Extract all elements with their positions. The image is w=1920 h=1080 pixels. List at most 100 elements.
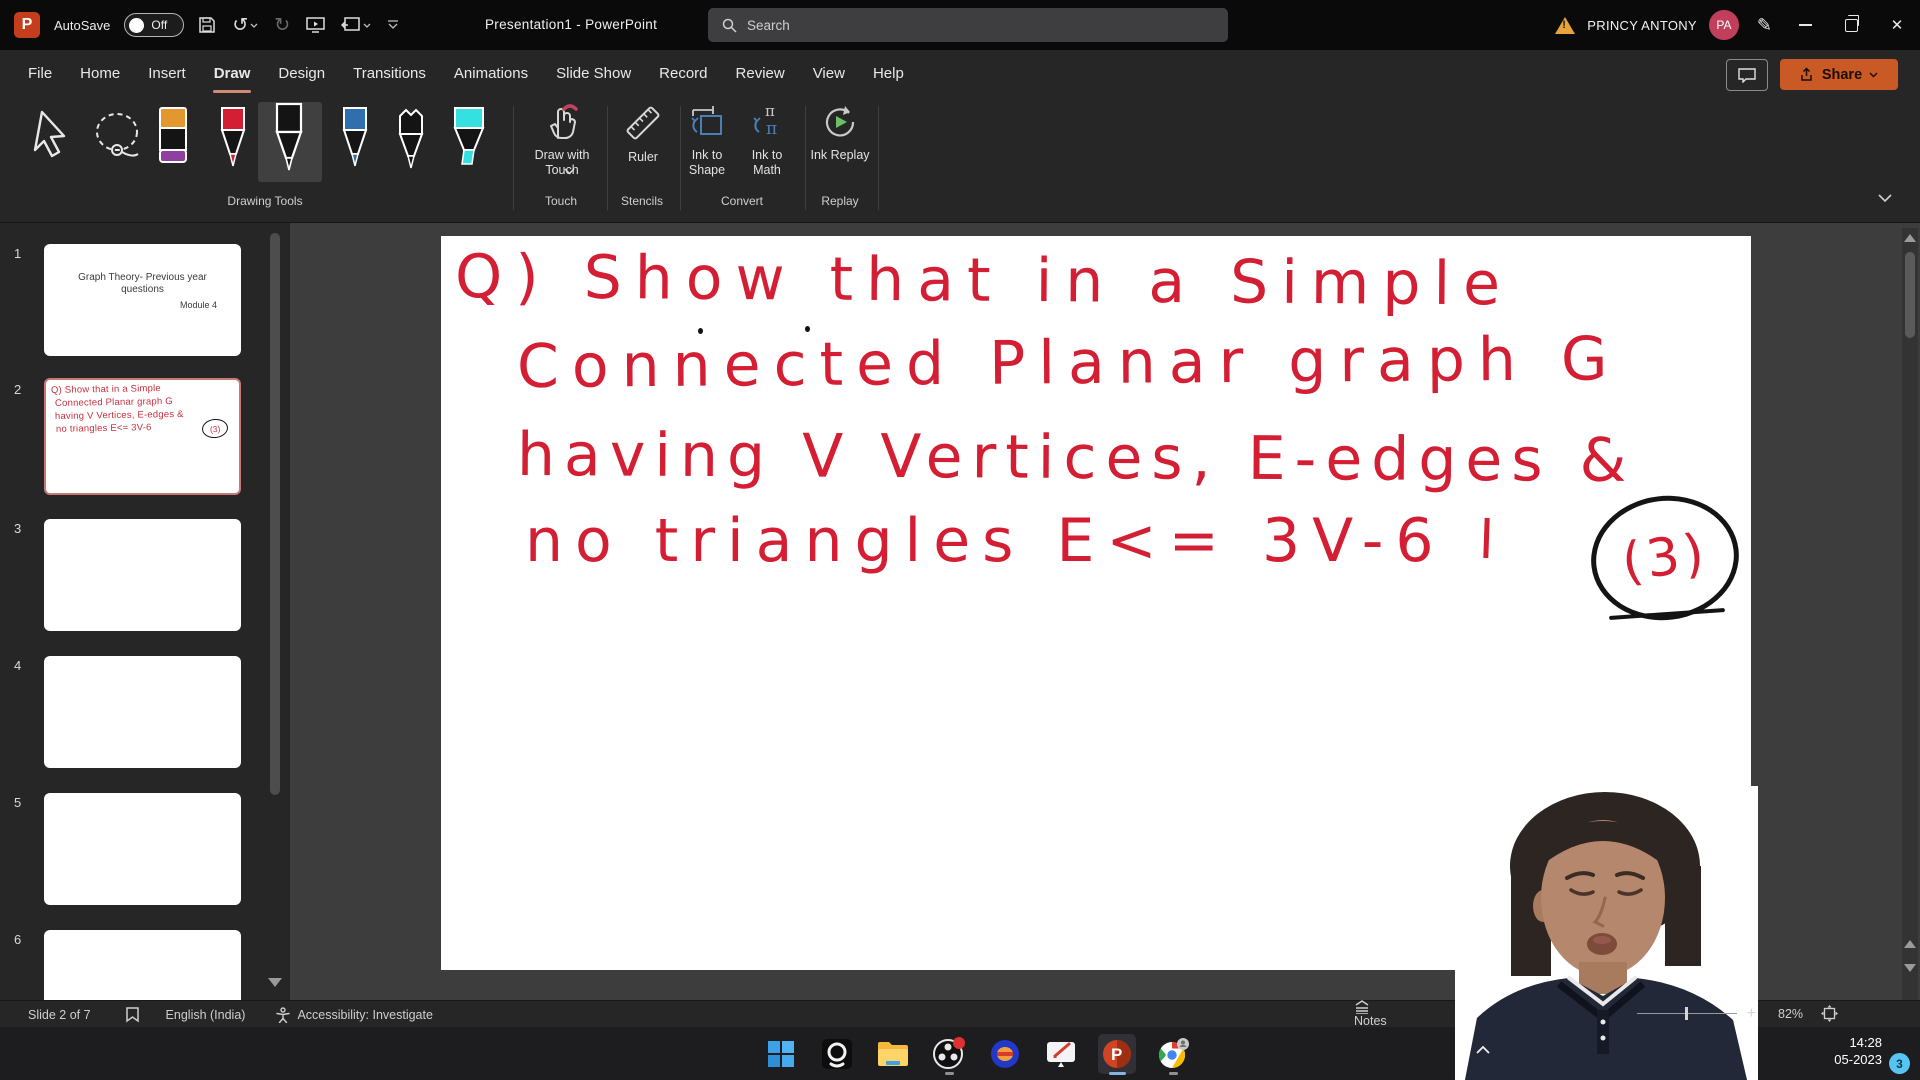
chrome-icon[interactable] [1154, 1032, 1192, 1076]
ink-replay-button[interactable]: Ink Replay [808, 102, 872, 163]
zoom-in-button[interactable]: + [1747, 1005, 1756, 1023]
slide-thumbnail-5[interactable] [44, 793, 241, 905]
save-icon[interactable] [198, 16, 216, 34]
customize-quick-access-icon[interactable] [387, 20, 399, 30]
tab-file[interactable]: File [14, 50, 66, 98]
file-explorer-icon[interactable] [874, 1032, 912, 1076]
comment-icon [1738, 68, 1756, 83]
slide-number: 6 [14, 932, 21, 947]
slide-thumbnail-1[interactable]: Graph Theory- Previous year questions Mo… [44, 244, 241, 356]
taskbar-clock[interactable]: 14:28 05-2023 [1834, 1034, 1882, 1068]
slide-thumbnail-3[interactable] [44, 519, 241, 631]
slide-indicator[interactable]: Slide 2 of 7 [28, 1008, 91, 1022]
thumb2-ink-line: no triangles E<= 3V-6 [56, 422, 152, 435]
select-tool[interactable] [30, 106, 76, 168]
canvas-scrollbar[interactable] [1902, 228, 1918, 1000]
fit-to-window-button[interactable] [1821, 1005, 1838, 1022]
autosave-toggle[interactable]: Off [124, 13, 184, 37]
coming-soon-pen-icon[interactable]: ✎ [1757, 15, 1772, 36]
tab-help[interactable]: Help [859, 50, 918, 98]
group-label-replay: Replay [821, 194, 858, 208]
windows-start-button[interactable] [762, 1032, 800, 1076]
user-name[interactable]: PRINCY ANTONY [1587, 18, 1697, 33]
tab-home[interactable]: Home [66, 50, 134, 98]
notes-button[interactable]: Notes [1354, 1000, 1387, 1028]
next-slide-icon[interactable] [1904, 964, 1916, 972]
share-button[interactable]: Share [1780, 59, 1898, 90]
black-pencil[interactable] [397, 106, 427, 170]
tab-view[interactable]: View [799, 50, 859, 98]
red-pen[interactable] [219, 106, 247, 170]
share-chevron-icon [1869, 72, 1878, 78]
minimize-button[interactable] [1782, 0, 1828, 50]
user-avatar[interactable]: PA [1709, 10, 1739, 40]
black-pen-selected-tile[interactable] [258, 102, 322, 182]
tab-review[interactable]: Review [722, 50, 799, 98]
ink-to-shape-button[interactable]: Ink to Shape [676, 102, 738, 178]
previous-slide-icon[interactable] [1904, 940, 1916, 948]
running-indicator [1169, 1072, 1178, 1075]
warning-icon[interactable] [1555, 17, 1575, 34]
language-indicator[interactable]: English (India) [166, 1008, 246, 1022]
tray-time: 14:28 [1834, 1034, 1882, 1051]
scroll-up-icon[interactable] [1904, 234, 1916, 242]
blue-pen[interactable] [341, 106, 369, 170]
spellcheck-flag-icon[interactable] [125, 1007, 140, 1023]
thumbnail-scroll-down-icon[interactable] [268, 978, 282, 987]
ruler-icon [622, 102, 664, 144]
ruler-button[interactable]: Ruler [613, 102, 673, 165]
camera-app-icon[interactable] [818, 1032, 856, 1076]
zoom-slider[interactable] [1637, 1013, 1737, 1015]
tab-design[interactable]: Design [264, 50, 339, 98]
eraser-tool[interactable] [158, 106, 188, 168]
running-indicator [945, 1072, 954, 1075]
thumb2-ink-line: Q) Show that in a Simple [51, 383, 161, 396]
ribbon-content: Drawing Tools Draw with Touch Touch Rule… [0, 98, 1920, 223]
tab-insert[interactable]: Insert [134, 50, 200, 98]
zoom-slider-thumb[interactable] [1685, 1007, 1689, 1020]
tab-slide-show[interactable]: Slide Show [542, 50, 645, 98]
teal-highlighter[interactable] [452, 106, 486, 170]
thumb2-ink-line: having V Vertices, E-edges & [55, 409, 184, 422]
slide-thumbnail-2-selected[interactable]: Q) Show that in a Simple Connected Plana… [44, 378, 241, 495]
ink-line-2: Connected Planar graph G [517, 324, 1621, 402]
quick-access-toolbar: ↺ ↻ [198, 16, 399, 35]
tab-animations[interactable]: Animations [440, 50, 542, 98]
accessibility-indicator[interactable]: Accessibility: Investigate [275, 1007, 432, 1023]
marks-badge-text: (3) [1619, 523, 1711, 593]
accessibility-icon [275, 1007, 291, 1023]
whiteboard-app-icon[interactable] [1042, 1032, 1080, 1076]
slide-thumbnail-6[interactable] [44, 930, 241, 1000]
tab-record[interactable]: Record [645, 50, 721, 98]
slide-thumbnail-4[interactable] [44, 656, 241, 768]
tab-draw[interactable]: Draw [200, 50, 265, 98]
tray-date: 05-2023 [1834, 1051, 1882, 1068]
obs-studio-icon[interactable] [930, 1032, 968, 1076]
present-icon[interactable] [306, 16, 325, 34]
slide-number: 1 [14, 246, 21, 261]
slide-number: 4 [14, 658, 21, 673]
undo-icon[interactable]: ↺ [232, 16, 258, 35]
scrollbar-thumb[interactable] [1905, 252, 1915, 338]
powerpoint-taskbar-icon[interactable]: P [1098, 1032, 1136, 1076]
thumbnail-scrollbar[interactable] [270, 233, 280, 795]
zoom-level[interactable]: 82% [1778, 1007, 1803, 1021]
restore-button[interactable] [1828, 0, 1874, 50]
comments-button[interactable] [1726, 59, 1768, 91]
draw-with-touch-button[interactable]: Draw with Touch [522, 102, 602, 178]
black-pen[interactable] [274, 102, 304, 172]
collapse-ribbon-icon[interactable] [1878, 194, 1892, 203]
avatar-initials: PA [1716, 18, 1731, 32]
close-button[interactable]: ✕ [1874, 0, 1920, 50]
ink-line-3: having V Vertices, E-edges & [517, 420, 1636, 496]
new-slide-icon[interactable] [341, 16, 371, 34]
search-input[interactable]: Search [708, 8, 1228, 42]
lasso-select-tool[interactable] [92, 106, 144, 168]
notification-badge[interactable]: 3 [1889, 1053, 1910, 1074]
tray-expand-chevron-icon[interactable] [1476, 1045, 1490, 1054]
tab-transitions[interactable]: Transitions [339, 50, 440, 98]
slide-number: 2 [14, 382, 21, 397]
toggle-knob [129, 18, 144, 33]
ink-to-math-button[interactable]: ππ Ink to Math [738, 102, 796, 178]
voice-app-icon[interactable] [986, 1032, 1024, 1076]
